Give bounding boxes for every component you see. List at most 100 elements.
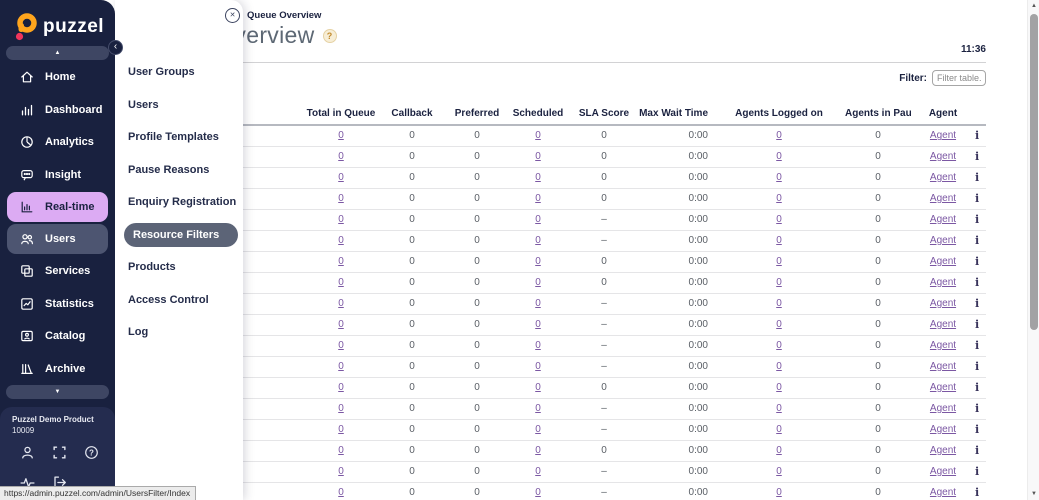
profile-icon[interactable] (20, 445, 36, 461)
info-icon[interactable]: i (975, 486, 979, 499)
sidebar-item-statistics[interactable]: Statistics (0, 287, 115, 320)
total-in-queue-link[interactable]: 0 (338, 298, 344, 309)
flyout-item-pause-reasons[interactable]: Pause Reasons (115, 154, 243, 187)
scrollbar-thumb[interactable] (1030, 14, 1038, 330)
agent-link[interactable]: Agent (930, 382, 956, 393)
scheduled-link[interactable]: 0 (535, 466, 541, 477)
info-icon[interactable]: i (975, 444, 979, 457)
agents-logged-on-link[interactable]: 0 (776, 277, 782, 288)
sidebar-item-home[interactable]: Home (0, 61, 115, 94)
agents-logged-on-link[interactable]: 0 (776, 214, 782, 225)
agent-link[interactable]: Agent (930, 445, 956, 456)
total-in-queue-link[interactable]: 0 (338, 172, 344, 183)
total-in-queue-link[interactable]: 0 (338, 130, 344, 141)
scheduled-link[interactable]: 0 (535, 382, 541, 393)
total-in-queue-link[interactable]: 0 (338, 214, 344, 225)
info-icon[interactable]: i (975, 129, 979, 142)
agents-logged-on-link[interactable]: 0 (776, 130, 782, 141)
scheduled-link[interactable]: 0 (535, 235, 541, 246)
agent-link[interactable]: Agent (930, 298, 956, 309)
agent-link[interactable]: Agent (930, 214, 956, 225)
agents-logged-on-link[interactable]: 0 (776, 445, 782, 456)
total-in-queue-link[interactable]: 0 (338, 382, 344, 393)
scheduled-link[interactable]: 0 (535, 214, 541, 225)
scheduled-link[interactable]: 0 (535, 298, 541, 309)
sidebar-item-dashboard[interactable]: Dashboard (0, 94, 115, 127)
agent-link[interactable]: Agent (930, 277, 956, 288)
sidebar-item-services[interactable]: Services (0, 255, 115, 288)
agents-logged-on-link[interactable]: 0 (776, 382, 782, 393)
total-in-queue-link[interactable]: 0 (338, 487, 344, 498)
total-in-queue-link[interactable]: 0 (338, 340, 344, 351)
flyout-item-user-groups[interactable]: User Groups (115, 56, 243, 89)
flyout-item-profile-templates[interactable]: Profile Templates (115, 121, 243, 154)
puzzel-logo[interactable]: puzzel (0, 0, 115, 41)
sidebar-item-insight[interactable]: Insight (0, 159, 115, 192)
total-in-queue-link[interactable]: 0 (338, 403, 344, 414)
info-icon[interactable]: i (975, 402, 979, 415)
close-icon[interactable]: ✕ (225, 8, 240, 23)
agent-link[interactable]: Agent (930, 466, 956, 477)
agents-logged-on-link[interactable]: 0 (776, 466, 782, 477)
agent-link[interactable]: Agent (930, 424, 956, 435)
scroll-down-arrow-icon[interactable]: ▼ (1028, 491, 1039, 497)
scheduled-link[interactable]: 0 (535, 130, 541, 141)
scheduled-link[interactable]: 0 (535, 319, 541, 330)
flyout-item-products[interactable]: Products (115, 251, 243, 284)
agents-logged-on-link[interactable]: 0 (776, 487, 782, 498)
info-icon[interactable]: i (975, 297, 979, 310)
total-in-queue-link[interactable]: 0 (338, 319, 344, 330)
sidebar-collapse-toggle[interactable]: ‹ (108, 40, 123, 55)
fullscreen-icon[interactable] (52, 445, 68, 461)
total-in-queue-link[interactable]: 0 (338, 193, 344, 204)
scheduled-link[interactable]: 0 (535, 172, 541, 183)
agent-link[interactable]: Agent (930, 172, 956, 183)
agents-logged-on-link[interactable]: 0 (776, 361, 782, 372)
scheduled-link[interactable]: 0 (535, 361, 541, 372)
flyout-item-users[interactable]: Users (115, 89, 243, 122)
total-in-queue-link[interactable]: 0 (338, 445, 344, 456)
sidebar-scroll-down-button[interactable]: ▼ (6, 385, 109, 399)
agent-link[interactable]: Agent (930, 319, 956, 330)
flyout-item-access-control[interactable]: Access Control (115, 284, 243, 317)
scheduled-link[interactable]: 0 (535, 151, 541, 162)
sidebar-item-analytics[interactable]: Analytics (0, 126, 115, 159)
total-in-queue-link[interactable]: 0 (338, 466, 344, 477)
agent-link[interactable]: Agent (930, 361, 956, 372)
sidebar-scroll-up-button[interactable]: ▲ (6, 46, 109, 60)
scheduled-link[interactable]: 0 (535, 403, 541, 414)
agent-link[interactable]: Agent (930, 235, 956, 246)
total-in-queue-link[interactable]: 0 (338, 277, 344, 288)
agent-link[interactable]: Agent (930, 403, 956, 414)
info-icon[interactable]: i (975, 360, 979, 373)
agent-link[interactable]: Agent (930, 130, 956, 141)
filter-input[interactable] (932, 70, 986, 86)
page-scrollbar[interactable]: ▲ ▼ (1027, 0, 1039, 500)
info-icon[interactable]: i (975, 213, 979, 226)
agent-link[interactable]: Agent (930, 151, 956, 162)
info-icon[interactable]: i (975, 381, 979, 394)
flyout-item-resource-filters[interactable]: Resource Filters (124, 223, 238, 247)
total-in-queue-link[interactable]: 0 (338, 151, 344, 162)
agent-link[interactable]: Agent (930, 193, 956, 204)
agents-logged-on-link[interactable]: 0 (776, 193, 782, 204)
info-icon[interactable]: i (975, 192, 979, 205)
scheduled-link[interactable]: 0 (535, 340, 541, 351)
sidebar-item-archive[interactable]: Archive (0, 352, 115, 385)
agents-logged-on-link[interactable]: 0 (776, 340, 782, 351)
info-icon[interactable]: i (975, 150, 979, 163)
info-icon[interactable]: i (975, 276, 979, 289)
scroll-up-arrow-icon[interactable]: ▲ (1028, 3, 1039, 9)
agents-logged-on-link[interactable]: 0 (776, 172, 782, 183)
agents-logged-on-link[interactable]: 0 (776, 403, 782, 414)
agents-logged-on-link[interactable]: 0 (776, 235, 782, 246)
agents-logged-on-link[interactable]: 0 (776, 424, 782, 435)
scheduled-link[interactable]: 0 (535, 487, 541, 498)
info-icon[interactable]: i (975, 234, 979, 247)
help-circle-icon[interactable]: ? (84, 445, 100, 461)
info-icon[interactable]: i (975, 255, 979, 268)
scheduled-link[interactable]: 0 (535, 277, 541, 288)
agent-link[interactable]: Agent (930, 487, 956, 498)
total-in-queue-link[interactable]: 0 (338, 361, 344, 372)
total-in-queue-link[interactable]: 0 (338, 424, 344, 435)
